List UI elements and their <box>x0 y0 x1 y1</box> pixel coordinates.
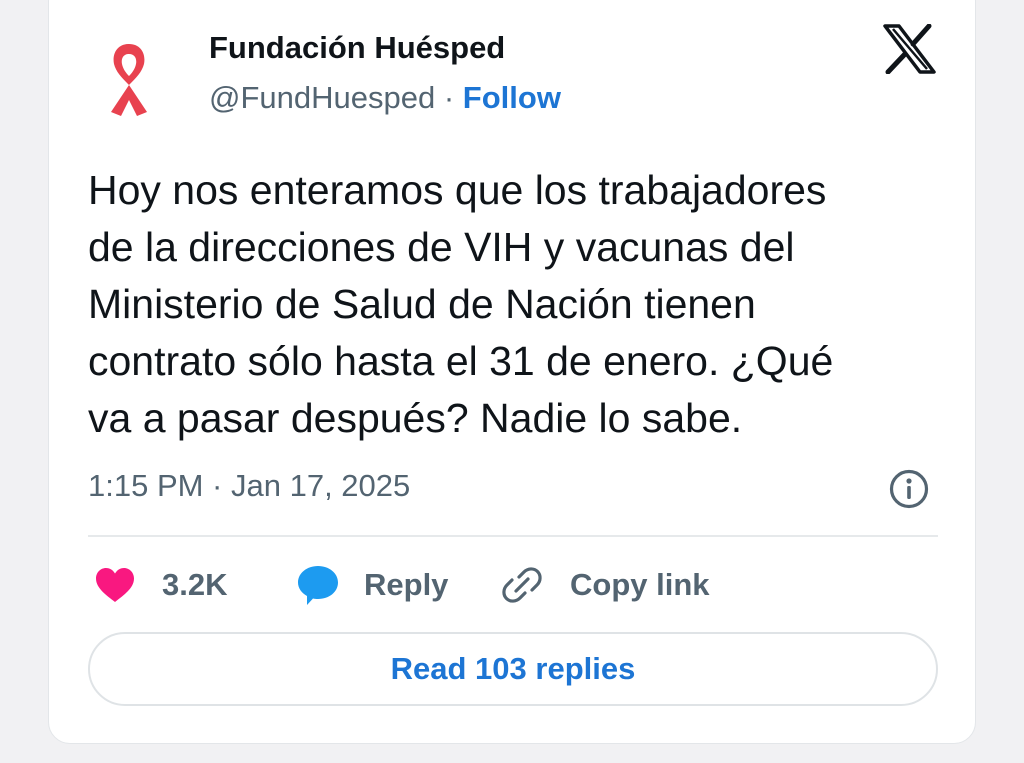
info-icon[interactable] <box>888 468 930 510</box>
copy-link-label: Copy link <box>570 567 710 602</box>
heart-icon <box>96 568 134 602</box>
tweet-line: va a pasar después? Nadie lo sabe. <box>88 395 743 441</box>
copy-link-button[interactable]: Copy link <box>500 558 710 612</box>
like-button[interactable]: 3.2K <box>94 558 227 612</box>
avatar[interactable] <box>86 28 172 128</box>
like-count: 3.2K <box>162 567 228 602</box>
tweet-line: Hoy nos enteramos que los trabajadores <box>88 167 827 213</box>
account-name[interactable]: Fundación Huésped <box>209 30 505 66</box>
handle-row: @FundHuesped · Follow <box>209 80 561 116</box>
tweet-line: Ministerio de Salud de Nación tienen <box>88 281 756 327</box>
tweet-line: contrato sólo hasta el 31 de enero. ¿Qué <box>88 338 834 384</box>
x-logo-icon[interactable] <box>882 24 936 74</box>
reply-label: Reply <box>364 567 449 602</box>
tweet-line: de la direcciones de VIH y vacunas del <box>88 224 795 270</box>
link-icon <box>502 567 542 603</box>
follow-button[interactable]: Follow <box>463 80 561 115</box>
divider <box>88 535 938 537</box>
read-replies-button[interactable]: Read 103 replies <box>88 632 938 706</box>
red-ribbon-icon <box>111 44 147 116</box>
separator-dot: · <box>443 80 455 115</box>
account-handle[interactable]: @FundHuesped <box>209 80 435 115</box>
tweet-text: Hoy nos enteramos que los trabajadores d… <box>88 162 958 447</box>
reply-button[interactable]: Reply <box>296 558 448 612</box>
reply-bubble-icon <box>298 566 338 605</box>
tweet-timestamp[interactable]: 1:15 PM · Jan 17, 2025 <box>88 468 410 504</box>
